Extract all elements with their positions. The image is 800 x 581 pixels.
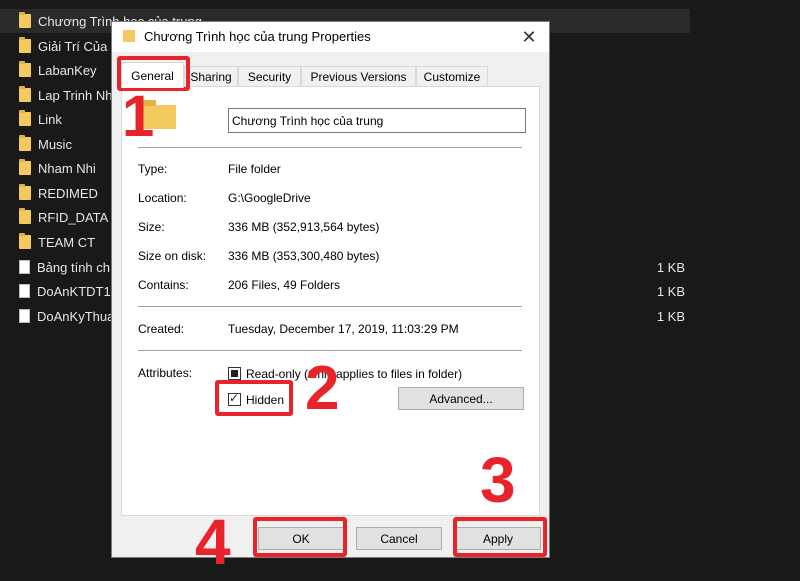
dialog-titlebar[interactable]: Chương Trình học của trung Properties ✕ (112, 22, 549, 52)
contains-label: Contains: (138, 278, 189, 292)
annotation-number-4: 4 (195, 506, 231, 578)
file-size: 1 KB (656, 308, 685, 324)
folder-icon (19, 135, 31, 151)
file-name: Nham Nhi (38, 160, 96, 176)
file-name: Music (38, 136, 72, 152)
tab-security[interactable]: Security (238, 66, 301, 87)
folder-icon (19, 208, 31, 224)
document-icon (19, 309, 30, 323)
folder-icon (123, 30, 135, 42)
file-name: Lap Trinh Nh (38, 87, 113, 103)
readonly-checkbox[interactable] (228, 367, 241, 380)
document-icon (19, 284, 30, 298)
advanced-button[interactable]: Advanced... (398, 387, 524, 410)
general-panel: Type: File folder Location: G:\GoogleDri… (121, 86, 540, 516)
location-label: Location: (138, 191, 187, 205)
annotation-box-apply (453, 517, 547, 557)
folder-icon (19, 61, 31, 77)
annotation-box-hidden (215, 380, 293, 416)
annotation-number-2: 2 (305, 354, 340, 423)
folder-icon (19, 110, 31, 126)
location-value: G:\GoogleDrive (228, 191, 311, 205)
size-on-disk-label: Size on disk: (138, 249, 207, 263)
close-icon[interactable]: ✕ (509, 22, 549, 52)
tab-previous-versions[interactable]: Previous Versions (301, 66, 416, 87)
folder-name-input[interactable] (228, 108, 526, 133)
file-name: TEAM CT (38, 234, 96, 250)
file-name: Giải Trí Của (38, 38, 108, 54)
tab-strip: General Sharing Security Previous Versio… (112, 62, 549, 88)
annotation-number-3: 3 (480, 444, 516, 516)
tab-sharing[interactable]: Sharing (184, 66, 238, 87)
dialog-title: Chương Trình học của trung Properties (144, 29, 371, 44)
folder-icon (19, 159, 31, 175)
folder-icon (19, 233, 31, 249)
file-size: 1 KB (656, 259, 685, 275)
file-name: RFID_DATA (38, 209, 109, 225)
readonly-label: Read-only (Only applies to files in fold… (246, 367, 463, 381)
created-label: Created: (138, 322, 185, 336)
document-icon (19, 260, 30, 274)
tab-general[interactable]: General (121, 62, 184, 88)
divider (138, 350, 522, 351)
folder-icon (19, 12, 31, 28)
tab-customize[interactable]: Customize (416, 66, 488, 87)
folder-icon (19, 37, 31, 53)
annotation-number-1: 1 (122, 84, 155, 149)
size-label: Size: (138, 220, 165, 234)
file-size: 1 KB (656, 283, 685, 299)
file-name: Link (38, 111, 62, 127)
size-on-disk-value: 336 MB (353,300,480 bytes) (228, 249, 380, 263)
cancel-button[interactable]: Cancel (356, 527, 442, 550)
attributes-label: Attributes: (138, 366, 193, 380)
type-value: File folder (228, 162, 281, 176)
divider (138, 306, 522, 307)
folder-icon (19, 184, 31, 200)
file-name: DoAnKTDT1 (37, 283, 111, 299)
file-name: DoAnKyThua (37, 308, 115, 324)
created-value: Tuesday, December 17, 2019, 11:03:29 PM (228, 322, 459, 336)
divider (138, 147, 522, 148)
file-name: Bảng tính ch (37, 259, 110, 275)
file-name: LabanKey (38, 62, 97, 78)
type-label: Type: (138, 162, 168, 176)
file-name: REDIMED (38, 185, 98, 201)
size-value: 336 MB (352,913,564 bytes) (228, 220, 380, 234)
contains-value: 206 Files, 49 Folders (228, 278, 341, 292)
folder-icon (19, 86, 31, 102)
annotation-box-ok (253, 517, 347, 557)
